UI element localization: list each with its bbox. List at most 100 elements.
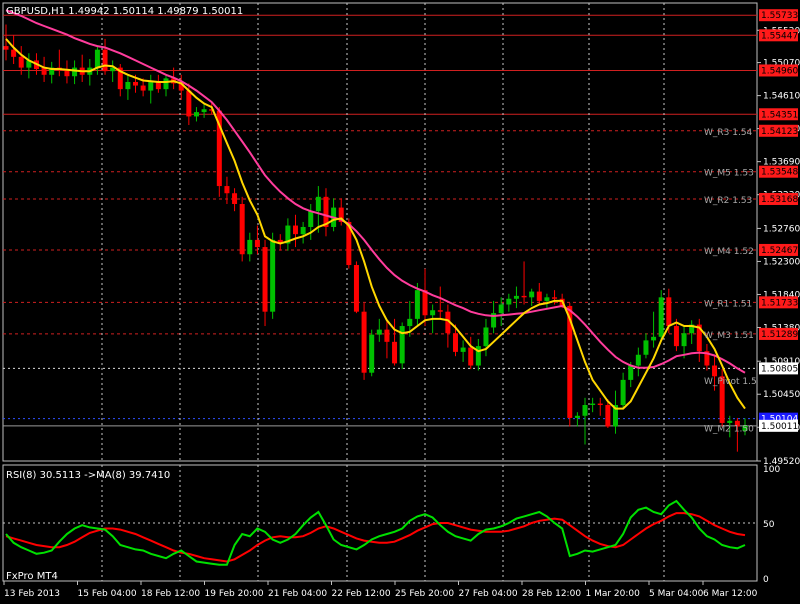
level-tag-label: 1.54123 [761,127,798,137]
candle-body [270,239,276,312]
candle-body [186,90,192,117]
x-tick-label: 27 Feb 04:00 [459,589,518,599]
candle-body [651,336,657,341]
candle-body [407,318,413,327]
pivot-label: W_M5 1.53 [704,169,754,179]
level-tag-label: 1.55447 [761,31,798,41]
candle-body [498,304,504,314]
candle-body [232,193,238,205]
level-tag-label: 1.53168 [761,195,798,205]
level-tag-label: 1.54351 [761,110,798,120]
candle-body [18,56,24,68]
price-axis[interactable]: 1.555201.550701.546101.541501.536901.532… [757,9,800,467]
pivot-label: W_M4 1.52 [704,247,754,257]
y-tick-label: 1.52300 [763,257,800,267]
candle-body [483,327,489,347]
x-tick-label: 19 Feb 20:00 [205,589,264,599]
ma-slow-line [5,9,746,374]
y-tick-label: 1.50450 [763,390,800,400]
candle-body [544,297,550,301]
candle-body [605,405,611,427]
candle-body [727,420,733,423]
pivot-label: W_R2 1.53 [704,196,752,206]
candle-body [392,341,398,364]
candle-body [140,85,146,91]
level-tag-label: 1.51289 [761,330,798,340]
candle-body [300,226,306,235]
candle-body [452,333,458,352]
candle-body [460,347,466,352]
x-tick-label: 28 Feb 12:00 [522,589,581,599]
x-tick-label: 13 Feb 2013 [4,589,60,599]
x-tick-label: 21 Feb 04:00 [268,589,327,599]
time-grid [101,3,665,581]
level-tag-label: 1.55733 [761,11,798,21]
candles [3,24,748,452]
candle-body [513,295,519,299]
candle-body [712,365,718,377]
candle-body [468,347,474,366]
level-tag-label: 1.51733 [761,298,798,308]
candle-body [125,81,131,90]
candle-body [3,46,9,50]
candle-body [133,81,139,86]
x-tick-label: 25 Feb 20:00 [395,589,454,599]
candle-body [635,354,641,366]
candle-body [643,340,649,355]
candle-body [254,239,260,248]
candle-body [681,333,687,347]
x-tick-label: 22 Feb 12:00 [332,589,391,599]
x-tick-label: 1 Mar 20:00 [586,589,641,599]
rsi-line [5,499,746,566]
rsi-panel [2,464,758,582]
chart-canvas: W_R3 1.54 W_M5 1.53 W_R2 1.53 W_M4 1.52 W_R1… [2,2,800,599]
candle-body [582,405,588,416]
candle-body [414,290,420,319]
x-tick-label: 5 Mar 04:00 [649,589,704,599]
level-tag-label: 1.54960 [761,66,798,76]
rsi-tick-label: 50 [763,520,775,530]
candle-body [574,415,580,418]
chart-window: W_R3 1.54 W_M5 1.53 W_R2 1.53 W_M4 1.52 W_R1… [0,0,800,600]
candle-body [384,329,390,342]
candle-body [658,297,664,337]
candle-body [620,379,626,406]
candle-body [521,295,527,298]
candle-body [308,211,314,227]
level-tag-label: 1.52467 [761,246,798,256]
candle-body [353,265,359,312]
pivot-labels: W_R3 1.54 W_M5 1.53 W_R2 1.53 W_M4 1.52 W_R1… [704,128,757,434]
x-tick-label: 18 Feb 12:00 [141,589,200,599]
candle-body [163,78,169,90]
candle-body [94,49,100,68]
ma-fast-line [5,38,746,410]
candle-body [193,112,199,117]
price-panel [2,2,758,462]
candle-body [201,109,207,113]
candle-body [224,186,230,194]
level-lines [3,14,757,427]
candle-body [155,81,161,90]
rsi-header: RSI(8) 30.5113 ->MA(8) 39.7410 [6,470,170,481]
candle-body [590,403,596,406]
candle-body [673,326,679,347]
candle-body [11,49,17,57]
x-tick-label: 6 Mar 12:00 [703,589,758,599]
y-tick-label: 1.54610 [763,92,800,102]
candle-body [293,225,299,235]
candle-body [262,247,268,312]
time-axis[interactable]: 13 Feb 2013 15 Feb 04:00 18 Feb 12:00 19 Fe… [3,581,758,599]
candle-body [430,310,436,316]
candle-body [422,290,428,316]
x-tick-label: 15 Feb 04:00 [78,589,137,599]
candle-body [315,196,321,212]
pivot-label: W_M3 1.51 [704,331,754,341]
candle-body [529,291,535,298]
rsi-axis: 100 50 0 [763,465,780,585]
candle-body [361,311,367,373]
pivot-label: W_R3 1.54 [704,128,753,138]
watermark: FxPro MT4 [6,571,58,582]
price-frame [2,2,758,462]
candle-body [536,291,542,301]
rsi-tick-label: 100 [763,465,780,475]
